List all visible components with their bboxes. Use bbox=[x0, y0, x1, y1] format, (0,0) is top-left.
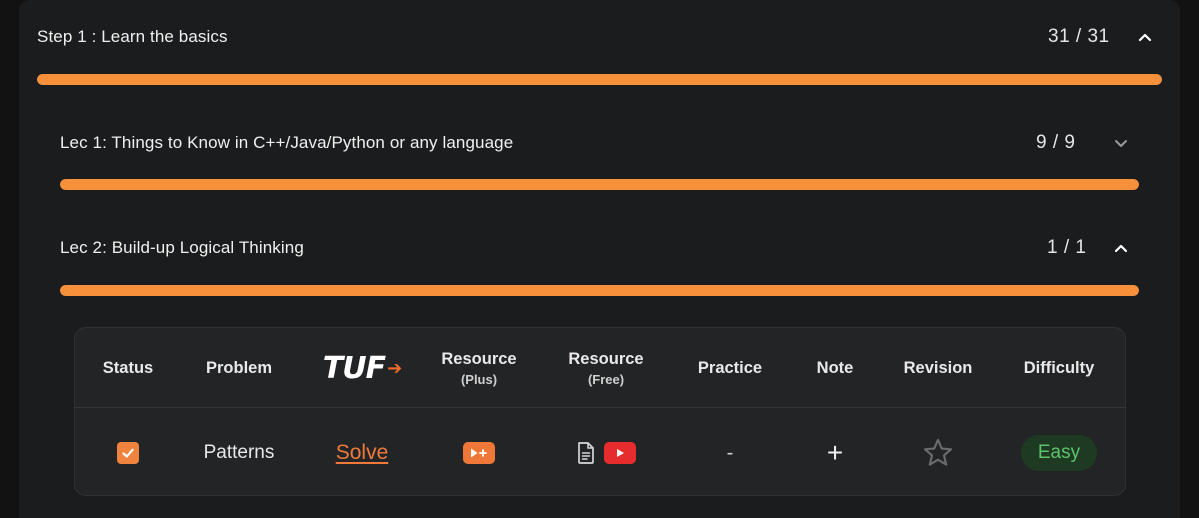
header-problem: Problem bbox=[205, 358, 273, 377]
checkmark-icon bbox=[122, 448, 134, 458]
practice-cell: - bbox=[680, 409, 780, 495]
youtube-button[interactable] bbox=[596, 442, 636, 464]
status-checkbox[interactable] bbox=[117, 442, 139, 464]
chevron-up-icon[interactable] bbox=[1112, 239, 1130, 257]
lecture-1-title: Lec 1: Things to Know in C++/Java/Python… bbox=[60, 133, 514, 152]
note-cell: + bbox=[795, 409, 875, 495]
problem-cell: Patterns bbox=[189, 409, 289, 495]
lecture-1-progress-count: 9 / 9 bbox=[1036, 132, 1076, 153]
solve-link[interactable]: Solve bbox=[336, 441, 389, 465]
lecture-1-progress-bar bbox=[60, 179, 1139, 190]
step-header[interactable]: Step 1 : Learn the basics bbox=[37, 27, 228, 47]
lecture-2-progress-bar bbox=[60, 285, 1139, 296]
video-plus-icon bbox=[463, 442, 495, 464]
article-button[interactable] bbox=[576, 441, 596, 465]
document-icon bbox=[578, 442, 594, 464]
header-practice: Practice bbox=[697, 358, 763, 377]
header-tuf-logo: TUF ➔ bbox=[307, 328, 417, 408]
lecture-2-header[interactable]: Lec 2: Build-up Logical Thinking bbox=[60, 238, 304, 258]
resource-plus-cell bbox=[429, 409, 529, 495]
step-progress-bar bbox=[37, 74, 1162, 85]
header-revision: Revision bbox=[903, 358, 973, 377]
header-note: Note bbox=[816, 358, 854, 377]
header-resource-free: Resource (Free) bbox=[568, 349, 644, 387]
problem-name: Patterns bbox=[203, 442, 275, 463]
revision-cell bbox=[888, 409, 988, 495]
difficulty-cell: Easy bbox=[1009, 409, 1109, 495]
header-difficulty: Difficulty bbox=[1023, 358, 1095, 377]
step-progress-count: 31 / 31 bbox=[1048, 26, 1110, 47]
lecture-2-title: Lec 2: Build-up Logical Thinking bbox=[60, 238, 304, 257]
difficulty-badge: Easy bbox=[1020, 435, 1098, 471]
star-outline-icon[interactable] bbox=[921, 436, 955, 470]
table-header: Status Problem TUF ➔ Resource (Plus) Reso… bbox=[75, 328, 1125, 408]
practice-value: - bbox=[726, 441, 734, 464]
step-title: Step 1 : Learn the basics bbox=[37, 27, 228, 46]
header-status: Status bbox=[102, 358, 154, 377]
add-note-button[interactable]: + bbox=[827, 437, 843, 469]
status-cell bbox=[75, 409, 181, 495]
resource-plus-button[interactable] bbox=[463, 442, 495, 464]
lecture-2-progress-count: 1 / 1 bbox=[1047, 237, 1087, 258]
step-progress-fill bbox=[37, 74, 1162, 85]
header-resource-plus: Resource (Plus) bbox=[441, 349, 517, 387]
resource-free-cell bbox=[556, 409, 656, 495]
tuf-logo: TUF ➔ bbox=[322, 350, 402, 386]
chevron-up-icon[interactable] bbox=[1136, 28, 1154, 46]
lecture-2-progress-fill bbox=[60, 285, 1139, 296]
chevron-down-icon[interactable] bbox=[1112, 134, 1130, 152]
solve-cell: Solve bbox=[307, 409, 417, 495]
lecture-1-progress-fill bbox=[60, 179, 1139, 190]
youtube-play-icon bbox=[604, 442, 636, 464]
lecture-1-header[interactable]: Lec 1: Things to Know in C++/Java/Python… bbox=[60, 133, 513, 153]
problems-table: Status Problem TUF ➔ Resource (Plus) Reso… bbox=[74, 327, 1126, 496]
